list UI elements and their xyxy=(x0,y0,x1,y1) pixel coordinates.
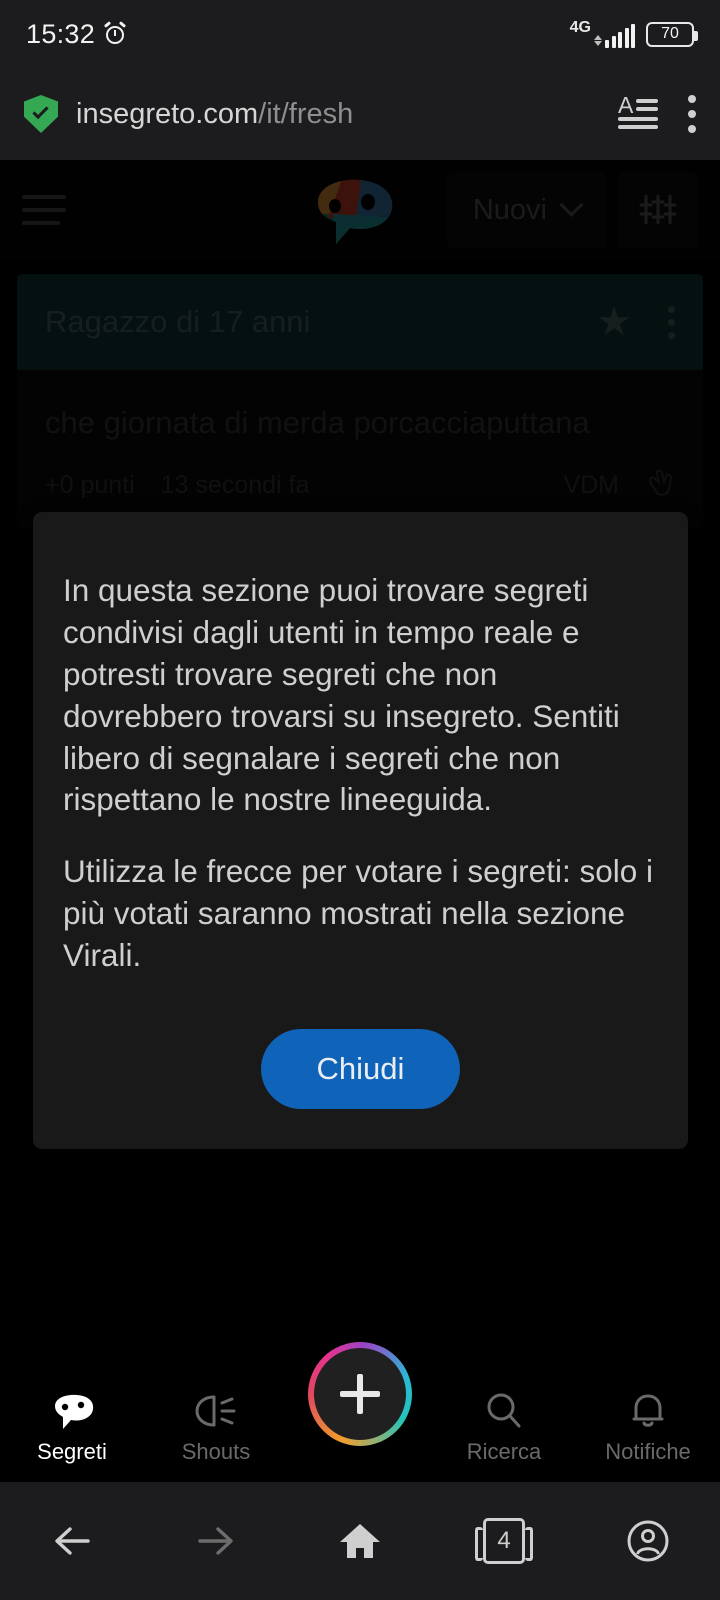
status-bar-right: 4G 70 xyxy=(570,20,698,48)
browser-account-button[interactable] xyxy=(576,1518,720,1564)
speech-bubble-icon xyxy=(48,1390,96,1432)
dialog-paragraph-1: In questa sezione puoi trovare segreti c… xyxy=(63,572,620,818)
tabs-count-label: 4 xyxy=(497,1527,511,1554)
dialog-paragraph-2: Utilizza le frecce per votare i segreti:… xyxy=(63,853,653,974)
search-icon xyxy=(483,1390,525,1432)
nav-item-ricerca[interactable]: Ricerca xyxy=(432,1390,576,1465)
browser-url-bar[interactable]: insegreto.com/it/fresh A xyxy=(0,68,720,160)
plus-icon xyxy=(340,1374,380,1414)
browser-back-button[interactable] xyxy=(0,1521,144,1561)
phone-screen: 15:32 4G 70 insegreto.com/it/fresh A In … xyxy=(0,0,720,1600)
nav-label-segreti: Segreti xyxy=(37,1439,107,1464)
create-post-fab[interactable] xyxy=(308,1342,412,1446)
close-dialog-button[interactable]: Chiudi xyxy=(260,1029,461,1110)
fab-inner xyxy=(314,1348,406,1440)
browser-home-button[interactable] xyxy=(288,1519,432,1563)
nav-label-notifiche: Notifiche xyxy=(605,1439,691,1464)
network-indicator: 4G xyxy=(570,20,635,48)
nav-item-segreti[interactable]: Segreti xyxy=(0,1390,144,1465)
url-path: /it/fresh xyxy=(258,97,354,130)
overflow-menu-icon[interactable] xyxy=(688,95,696,133)
browser-bottom-toolbar: 4 xyxy=(0,1482,720,1600)
signal-bars-icon xyxy=(605,24,635,48)
clock-time: 15:32 xyxy=(26,18,96,49)
alarm-icon xyxy=(103,21,127,45)
data-arrows-icon xyxy=(594,35,602,46)
nav-item-shouts[interactable]: Shouts xyxy=(144,1390,288,1465)
battery-level-label: 70 xyxy=(661,25,679,42)
network-type-label: 4G xyxy=(569,19,591,36)
nav-label-ricerca: Ricerca xyxy=(466,1439,542,1464)
status-bar: 15:32 4G 70 xyxy=(0,0,720,68)
bell-icon xyxy=(628,1390,668,1432)
browser-tabs-button[interactable]: 4 xyxy=(432,1518,576,1564)
url-display[interactable]: insegreto.com/it/fresh xyxy=(76,98,618,131)
tabs-count-icon: 4 xyxy=(475,1518,533,1564)
battery-icon: 70 xyxy=(646,21,698,47)
shout-megaphone-icon xyxy=(192,1390,240,1432)
dialog-actions: Chiudi xyxy=(63,1029,658,1110)
shield-check-icon xyxy=(24,95,58,133)
app-bottom-nav: Segreti Shouts Ricerca Notifiche xyxy=(0,1342,720,1482)
nav-item-notifiche[interactable]: Notifiche xyxy=(576,1390,720,1465)
info-dialog: In questa sezione puoi trovare segreti c… xyxy=(33,512,688,1150)
browser-forward-button[interactable] xyxy=(144,1521,288,1561)
status-bar-left: 15:32 xyxy=(26,18,127,50)
url-domain: insegreto.com xyxy=(76,97,259,130)
reader-mode-icon[interactable]: A xyxy=(618,94,658,132)
nav-label-shouts: Shouts xyxy=(181,1439,251,1464)
